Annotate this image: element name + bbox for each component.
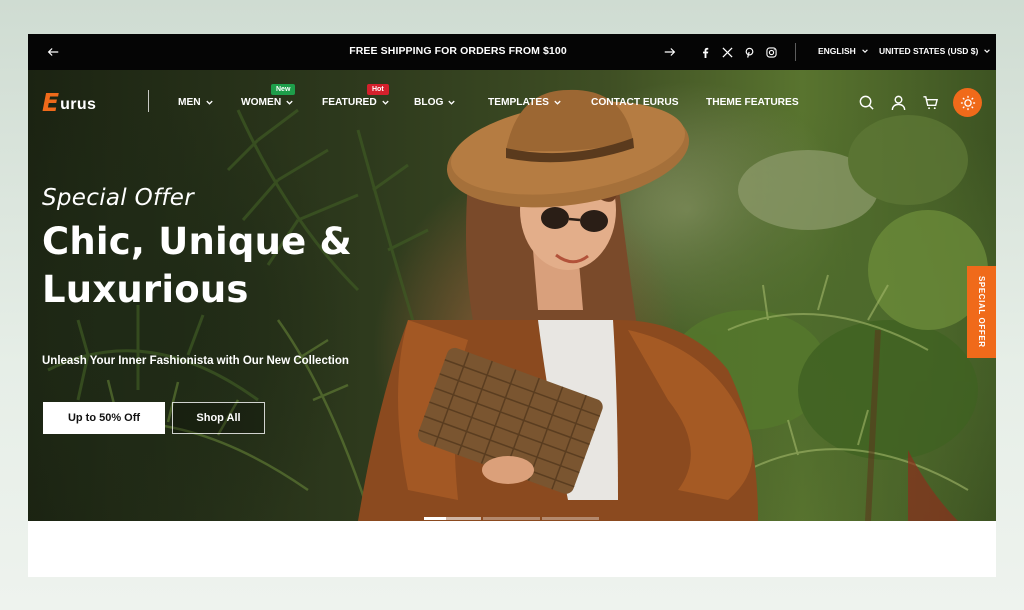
announcement-bar: FREE SHIPPING FOR ORDERS FROM $100 ENGLI…: [28, 34, 996, 70]
chevron-down-icon: [861, 49, 868, 53]
chevron-down-icon: [448, 100, 456, 105]
logo-wordmark: urus: [60, 96, 97, 113]
slide-dot-2[interactable]: [483, 517, 540, 520]
nav-label: THEME FEATURES: [706, 97, 799, 108]
cart-icon[interactable]: [920, 92, 940, 112]
nav-item-women[interactable]: WOMEN: [241, 97, 294, 108]
instagram-icon[interactable]: [764, 45, 778, 59]
nav-item-featured[interactable]: FEATURED: [322, 97, 390, 108]
language-selector[interactable]: ENGLISH: [818, 46, 869, 56]
nav-item-men[interactable]: MEN: [178, 97, 214, 108]
hero-title-line-2: Luxurious: [42, 268, 249, 311]
chevron-down-icon: [205, 100, 213, 105]
social-links: [698, 45, 778, 59]
nav-label: FEATURED: [322, 97, 377, 108]
facebook-icon[interactable]: [698, 45, 712, 59]
side-tab-label: SPECIAL OFFER: [977, 276, 986, 348]
chevron-down-icon: [382, 100, 389, 105]
hero-subtitle: Unleash Your Inner Fashionista with Our …: [42, 355, 349, 367]
nav-label: TEMPLATES: [488, 97, 549, 108]
hero-banner: E urus MEN New WOMEN Hot FEATURED BLOG T…: [28, 70, 996, 521]
special-offer-side-tab[interactable]: SPECIAL OFFER: [967, 266, 996, 358]
sun-icon: [960, 95, 975, 110]
slide-dot-3[interactable]: [542, 517, 599, 520]
slide-dot-1[interactable]: [424, 517, 481, 520]
search-icon[interactable]: [856, 92, 876, 112]
country-label: UNITED STATES (USD $): [879, 46, 979, 56]
slider-pagination: [424, 517, 599, 520]
shop-all-button[interactable]: Shop All: [172, 402, 265, 434]
chevron-down-icon: [286, 100, 293, 105]
logo-letter: E: [42, 88, 60, 117]
hero-eyebrow: Special Offer: [42, 185, 194, 211]
divider: [795, 43, 796, 61]
chevron-down-icon: [984, 49, 991, 53]
browser-frame: FREE SHIPPING FOR ORDERS FROM $100 ENGLI…: [28, 34, 996, 577]
next-announcement-arrow-icon[interactable]: [661, 43, 679, 61]
hero-title-line-1: Chic, Unique &: [42, 220, 352, 263]
previous-announcement-arrow-icon[interactable]: [44, 43, 62, 61]
nav-label: CONTACT EURUS: [591, 97, 679, 108]
up-to-50-off-button[interactable]: Up to 50% Off: [43, 402, 165, 434]
nav-divider: [148, 90, 149, 112]
language-label: ENGLISH: [818, 46, 856, 56]
hero-title: Chic, Unique & Luxurious: [42, 218, 352, 314]
theme-toggle-button[interactable]: [953, 88, 982, 117]
nav-item-theme-features[interactable]: THEME FEATURES: [706, 97, 799, 108]
nav-label: MEN: [178, 97, 201, 108]
nav-label: WOMEN: [241, 97, 282, 108]
hot-badge: Hot: [367, 84, 389, 95]
nav-item-contact-eurus[interactable]: CONTACT EURUS: [591, 97, 679, 108]
nav-item-templates[interactable]: TEMPLATES: [488, 97, 562, 108]
x-twitter-icon[interactable]: [720, 45, 734, 59]
pinterest-icon[interactable]: [742, 45, 756, 59]
nav-label: BLOG: [414, 97, 444, 108]
country-selector[interactable]: UNITED STATES (USD $): [879, 46, 991, 56]
eurus-logo[interactable]: E urus: [42, 88, 97, 117]
account-icon[interactable]: [888, 92, 908, 112]
nav-item-blog[interactable]: BLOG: [414, 97, 456, 108]
new-badge: New: [271, 84, 296, 95]
chevron-down-icon: [554, 100, 561, 105]
announcement-message: FREE SHIPPING FOR ORDERS FROM $100: [349, 45, 567, 57]
